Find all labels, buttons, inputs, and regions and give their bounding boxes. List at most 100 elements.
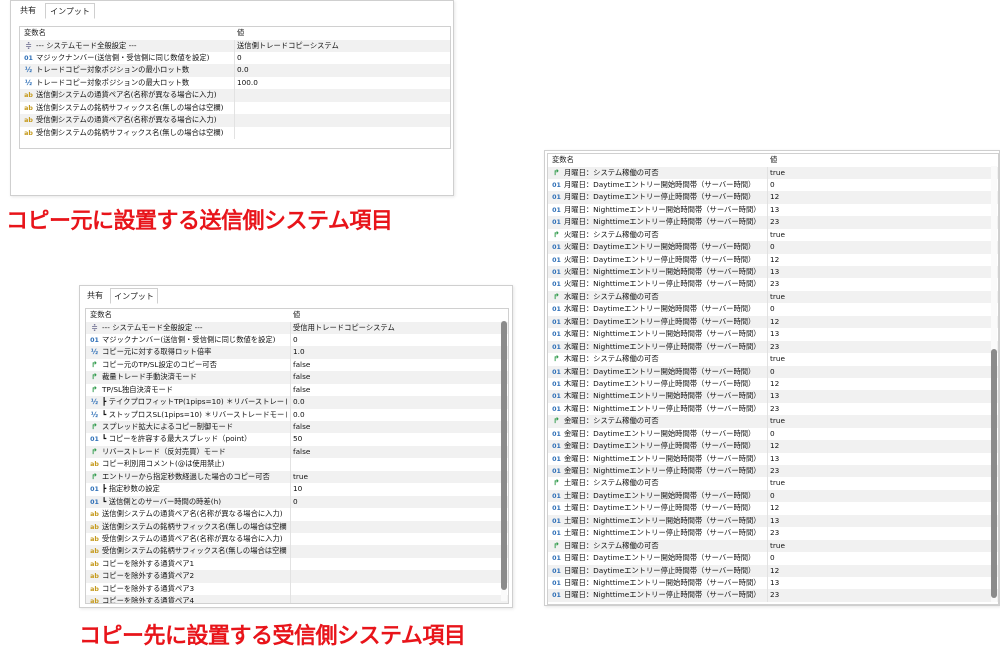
parameter-value[interactable]: false: [293, 384, 310, 396]
parameter-value[interactable]: 13: [770, 204, 779, 216]
parameter-row[interactable]: ½┗ ストップロスSL(1pips=10) ＊リバーストレードモード非対応 0.0: [86, 408, 508, 421]
parameter-row[interactable]: ab コピーを除外する通貨ペア2: [86, 570, 508, 583]
parameter-value[interactable]: 0.0: [293, 396, 305, 408]
parameter-row[interactable]: 01 日曜日：Daytimeエントリー開始時間帯（サーバー時間） 0: [548, 552, 998, 565]
parameter-row[interactable]: 01 金曜日：Daytimeエントリー停止時間帯（サーバー時間） 12: [548, 440, 998, 453]
parameter-value[interactable]: 12: [770, 440, 779, 452]
parameter-value[interactable]: false: [293, 371, 310, 383]
parameter-value[interactable]: 100.0: [237, 77, 258, 89]
parameter-row[interactable]: ↱ 火曜日：システム稼働の可否 true: [548, 228, 998, 242]
vertical-scrollbar[interactable]: [991, 166, 997, 602]
parameter-value[interactable]: false: [293, 421, 310, 433]
parameter-row[interactable]: 01 ┣ 指定秒数の設定 10: [86, 483, 508, 496]
parameter-value[interactable]: 0: [770, 428, 775, 440]
parameter-row[interactable]: ab コピーを除外する通貨ペア1: [86, 557, 508, 571]
parameter-value[interactable]: 0: [770, 366, 775, 378]
parameter-value[interactable]: 12: [770, 502, 779, 514]
parameter-row[interactable]: 01 月曜日：Nighttimeエントリー停止時間帯（サーバー時間） 23: [548, 216, 998, 229]
vertical-scrollbar[interactable]: [501, 321, 507, 601]
parameter-row[interactable]: ≑ --- システムモード全般設定 --- 送信側トレードコピーシステム: [20, 39, 450, 52]
parameter-value[interactable]: 23: [770, 589, 779, 601]
parameter-row[interactable]: ↱ 水曜日：システム稼働の可否 true: [548, 290, 998, 304]
parameter-row[interactable]: 01 マジックナンバー(送信側・受信側に同じ数値を設定) 0: [20, 51, 450, 65]
parameter-row[interactable]: 01 日曜日：Nighttimeエントリー開始時間帯（サーバー時間） 13: [548, 576, 998, 590]
parameter-value[interactable]: false: [293, 446, 310, 458]
parameter-row[interactable]: 01 火曜日：Nighttimeエントリー停止時間帯（サーバー時間） 23: [548, 278, 998, 291]
parameter-value[interactable]: 0: [293, 496, 298, 508]
parameter-row[interactable]: 01 木曜日：Nighttimeエントリー停止時間帯（サーバー時間） 23: [548, 402, 998, 416]
parameter-row[interactable]: ↱ 日曜日：システム稼働の可否 true: [548, 539, 998, 553]
parameter-row[interactable]: ↱ 金曜日：システム稼働の可否 true: [548, 415, 998, 428]
parameter-value[interactable]: 13: [770, 453, 779, 465]
parameter-row[interactable]: ↱ 木曜日：システム稼働の可否 true: [548, 353, 998, 366]
parameter-row[interactable]: 01 土曜日：Nighttimeエントリー停止時間帯（サーバー時間） 23: [548, 527, 998, 540]
parameter-value[interactable]: 0.0: [237, 64, 249, 76]
parameter-value[interactable]: true: [770, 167, 785, 179]
parameter-row[interactable]: ab 受信側システムの通貨ペア名(名称が異なる場合に入力): [20, 114, 450, 127]
parameter-value[interactable]: 13: [770, 390, 779, 402]
parameter-row[interactable]: ½ コピー元に対する取得ロット倍率 1.0: [86, 346, 508, 359]
parameter-value[interactable]: 0: [237, 52, 242, 64]
parameter-value[interactable]: 13: [770, 328, 779, 340]
parameter-row[interactable]: 01 木曜日：Nighttimeエントリー開始時間帯（サーバー時間） 13: [548, 390, 998, 403]
parameter-row[interactable]: 01 火曜日：Daytimeエントリー停止時間帯（サーバー時間） 12: [548, 253, 998, 266]
parameter-value[interactable]: true: [770, 415, 785, 427]
scrollbar-thumb[interactable]: [501, 321, 507, 590]
parameter-row[interactable]: 01 金曜日：Daytimeエントリー開始時間帯（サーバー時間） 0: [548, 427, 998, 441]
parameter-row[interactable]: ↱ 土曜日：システム稼働の可否 true: [548, 477, 998, 490]
parameter-row[interactable]: ab 送信側システムの銘柄サフィックス名(無しの場合は空欄): [20, 101, 450, 115]
parameter-row[interactable]: ab コピー利別用コメント(@は使用禁止): [86, 458, 508, 471]
parameter-value[interactable]: 23: [770, 403, 779, 415]
parameter-row[interactable]: ↱ TP/SL独自決済モード false: [86, 383, 508, 397]
parameter-row[interactable]: ↱ エントリーから指定秒数経過した場合のコピー可否 true: [86, 470, 508, 484]
parameter-row[interactable]: 01 マジックナンバー(送信側・受信側に同じ数値を設定) 0: [86, 333, 508, 347]
parameter-value[interactable]: true: [770, 291, 785, 303]
parameter-value[interactable]: 12: [770, 191, 779, 203]
parameter-value[interactable]: 1.0: [293, 346, 305, 358]
parameter-row[interactable]: 01 水曜日：Nighttimeエントリー停止時間帯（サーバー時間） 23: [548, 340, 998, 354]
parameter-value[interactable]: true: [770, 353, 785, 365]
parameter-value[interactable]: 0: [770, 303, 775, 315]
parameter-value[interactable]: 送信側トレードコピーシステム: [237, 40, 339, 52]
parameter-value[interactable]: false: [293, 359, 310, 371]
parameter-row[interactable]: ab 送信側システムの銘柄サフィックス名(無しの場合は空欄): [86, 520, 508, 533]
parameter-row[interactable]: 01 水曜日：Daytimeエントリー停止時間帯（サーバー時間） 12: [548, 315, 998, 329]
parameter-row[interactable]: 01 ┗ 送信側とのサーバー時間の時差(h) 0: [86, 495, 508, 509]
parameter-row[interactable]: 01 月曜日：Nighttimeエントリー開始時間帯（サーバー時間） 13: [548, 203, 998, 217]
parameter-value[interactable]: 10: [293, 483, 302, 495]
parameter-row[interactable]: 01 金曜日：Nighttimeエントリー停止時間帯（サーバー時間） 23: [548, 465, 998, 478]
parameter-value[interactable]: 50: [293, 433, 302, 445]
parameter-value[interactable]: 0: [770, 490, 775, 502]
parameter-value[interactable]: true: [770, 477, 785, 489]
tab-common[interactable]: 共有: [15, 3, 41, 19]
parameter-value[interactable]: 12: [770, 316, 779, 328]
parameter-row[interactable]: ab 受信側システムの銘柄サフィックス名(無しの場合は空欄): [86, 545, 508, 558]
parameter-row[interactable]: 01 日曜日：Nighttimeエントリー停止時間帯（サーバー時間） 23: [548, 589, 998, 602]
parameter-row[interactable]: ↱ 月曜日：システム稼働の可否 true: [548, 166, 998, 179]
parameter-row[interactable]: 01 月曜日：Daytimeエントリー停止時間帯（サーバー時間） 12: [548, 191, 998, 204]
parameter-value[interactable]: 13: [770, 577, 779, 589]
parameter-value[interactable]: 12: [770, 254, 779, 266]
parameter-row[interactable]: ab 受信側システムの通貨ペア名(名称が異なる場合に入力): [86, 532, 508, 546]
parameter-row[interactable]: ↱ コピー元のTP/SL設定のコピー可否 false: [86, 358, 508, 372]
parameter-value[interactable]: 0: [770, 552, 775, 564]
parameter-row[interactable]: 01 水曜日：Nighttimeエントリー開始時間帯（サーバー時間） 13: [548, 328, 998, 341]
parameter-row[interactable]: ↱ 裁量トレード手動決済モード false: [86, 371, 508, 384]
parameter-row[interactable]: 01 土曜日：Daytimeエントリー停止時間帯（サーバー時間） 12: [548, 502, 998, 515]
parameter-value[interactable]: 23: [770, 465, 779, 477]
parameter-value[interactable]: 13: [770, 515, 779, 527]
parameter-row[interactable]: 01 木曜日：Daytimeエントリー開始時間帯（サーバー時間） 0: [548, 365, 998, 378]
parameter-row[interactable]: 01 土曜日：Nighttimeエントリー開始時間帯（サーバー時間） 13: [548, 514, 998, 528]
parameter-row[interactable]: ab コピーを除外する通貨ペア4: [86, 595, 508, 603]
parameter-value[interactable]: 12: [770, 378, 779, 390]
parameter-value[interactable]: true: [293, 471, 308, 483]
parameter-row[interactable]: 01 ┗ コピーを許容する最大スプレッド（point） 50: [86, 433, 508, 446]
tab-common[interactable]: 共有: [82, 288, 108, 304]
parameter-row[interactable]: ½┣ テイクプロフィットTP(1pips=10) ＊リバーストレードモード非対応…: [86, 396, 508, 409]
tab-inputs[interactable]: インプット: [45, 3, 95, 19]
parameter-row[interactable]: ab 送信側システムの通貨ペア名(名称が異なる場合に入力): [86, 508, 508, 521]
parameter-row[interactable]: 01 水曜日：Daytimeエントリー開始時間帯（サーバー時間） 0: [548, 303, 998, 316]
parameter-value[interactable]: 0: [770, 241, 775, 253]
parameter-value[interactable]: 12: [770, 565, 779, 577]
parameter-value[interactable]: 0: [770, 179, 775, 191]
